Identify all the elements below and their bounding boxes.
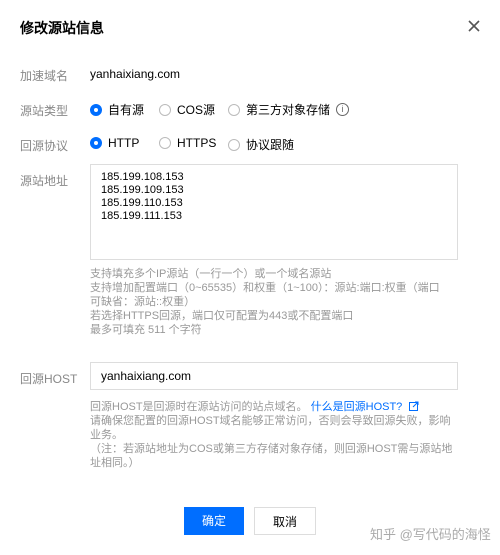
- radio-label: HTTP: [108, 136, 140, 150]
- domain-label: 加速域名: [20, 69, 69, 83]
- radio-label: 协议跟随: [246, 138, 295, 152]
- help-line: 最多可填充 511 个字符: [90, 324, 202, 336]
- info-icon[interactable]: i: [336, 103, 350, 116]
- help-line: 支持填充多个IP源站（一行一个）或一个域名源站: [90, 268, 332, 280]
- radio-unselected-icon: [228, 138, 240, 151]
- radio-label: HTTPS: [177, 136, 217, 150]
- radio-http[interactable]: HTTP: [90, 136, 139, 150]
- help-line: 请确保您配置的回源HOST域名能够正常访问，否则会导致回源失败，影响: [90, 415, 451, 427]
- radio-self-origin[interactable]: 自有源: [90, 101, 144, 118]
- host-input[interactable]: yanhaixiang.com: [90, 362, 458, 390]
- radio-https[interactable]: HTTPS: [159, 136, 216, 150]
- origin-type-label: 源站类型: [20, 104, 69, 118]
- help-line: 可缺省：源站::权重）: [90, 296, 196, 308]
- help-line: 址相同。）: [90, 457, 140, 469]
- radio-cos-origin[interactable]: COS源: [159, 101, 215, 118]
- cancel-button[interactable]: 取消: [254, 507, 316, 535]
- origin-address-help: 支持填充多个IP源站（一行一个）或一个域名源站 支持增加配置端口（0~65535…: [90, 267, 440, 337]
- origin-address-line: 185.199.109.153: [101, 184, 184, 196]
- radio-protocol-follow[interactable]: 协议跟随: [228, 136, 294, 153]
- help-line: （注：若源站地址为COS或第三方存储对象存储，则回源HOST需与源站地: [90, 443, 453, 455]
- what-is-host-link[interactable]: 什么是回源HOST?: [311, 401, 403, 413]
- help-line: 业务。: [90, 429, 123, 441]
- radio-label: COS源: [177, 103, 216, 117]
- host-help: 回源HOST是回源时在源站访问的站点域名。 什么是回源HOST? 请确保您配置的…: [90, 400, 452, 470]
- origin-address-line: 185.199.110.153: [101, 197, 183, 209]
- dialog-title: 修改源站信息: [20, 20, 104, 36]
- radio-third-party-storage[interactable]: 第三方对象存储 i: [228, 101, 350, 118]
- close-icon[interactable]: [466, 18, 482, 34]
- radio-label: 自有源: [108, 103, 145, 117]
- radio-selected-icon: [90, 137, 102, 149]
- help-line: 若选择HTTPS回源，端口仅可配置为443或不配置端口: [90, 310, 354, 322]
- radio-label: 第三方对象存储: [246, 103, 331, 117]
- radio-unselected-icon: [159, 103, 171, 116]
- confirm-button[interactable]: 确定: [184, 507, 244, 535]
- watermark: 知乎 @写代码的海怪: [370, 527, 491, 542]
- origin-address-line: 185.199.111.153: [101, 210, 182, 222]
- external-link-icon[interactable]: [409, 401, 419, 411]
- radio-selected-icon: [90, 103, 102, 116]
- host-label: 回源HOST: [20, 372, 78, 386]
- radio-unselected-icon: [159, 137, 171, 149]
- help-text: 回源HOST是回源时在源站访问的站点域名。: [90, 401, 308, 413]
- help-line: 支持增加配置端口（0~65535）和权重（1~100）：源站:端口:权重（端口: [90, 282, 440, 294]
- protocol-label: 回源协议: [20, 139, 69, 153]
- domain-value: yanhaixiang.com: [90, 67, 181, 81]
- host-help-first-line: 回源HOST是回源时在源站访问的站点域名。 什么是回源HOST?: [90, 400, 452, 414]
- origin-address-label: 源站地址: [20, 174, 69, 188]
- origin-address-textarea[interactable]: 185.199.108.153 185.199.109.153 185.199.…: [90, 164, 458, 260]
- radio-unselected-icon: [228, 103, 240, 116]
- origin-address-line: 185.199.108.153: [101, 171, 184, 183]
